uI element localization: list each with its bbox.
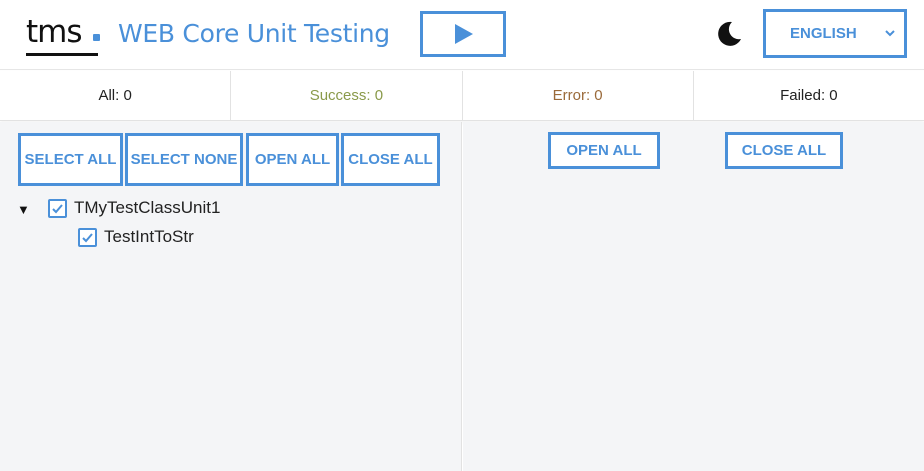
language-value: ENGLISH bbox=[790, 25, 857, 42]
tree-toggle-icon[interactable]: ▼ bbox=[17, 202, 30, 217]
checkbox-checked-icon[interactable] bbox=[78, 227, 97, 247]
close-all-button[interactable]: CLOSE ALL bbox=[341, 133, 440, 186]
stat-error: Error: 0 bbox=[463, 71, 694, 120]
app-title: WEB Core Unit Testing bbox=[118, 19, 390, 48]
results-close-all-button[interactable]: CLOSE ALL bbox=[725, 132, 843, 169]
logo-dot bbox=[93, 34, 100, 41]
logo-underline bbox=[26, 53, 98, 56]
select-none-button[interactable]: SELECT NONE bbox=[125, 133, 243, 186]
select-all-button[interactable]: SELECT ALL bbox=[18, 133, 123, 186]
tree-node-test[interactable]: TestIntToStr bbox=[78, 227, 194, 247]
stat-all: All: 0 bbox=[0, 71, 232, 120]
tree-node-label: TestIntToStr bbox=[104, 227, 194, 246]
chevron-down-icon bbox=[885, 30, 895, 37]
test-tree-pane: SELECT ALL SELECT NONE OPEN ALL CLOSE AL… bbox=[0, 122, 462, 471]
checkbox-checked-icon[interactable] bbox=[48, 198, 67, 218]
open-all-button[interactable]: OPEN ALL bbox=[246, 133, 339, 186]
language-select[interactable]: ENGLISH bbox=[763, 9, 907, 58]
run-tests-button[interactable] bbox=[420, 11, 506, 57]
tms-logo: tms bbox=[26, 14, 83, 50]
results-pane: OPEN ALL CLOSE ALL bbox=[463, 122, 924, 471]
play-icon bbox=[455, 24, 473, 44]
app-header: tms WEB Core Unit Testing ENGLISH bbox=[0, 0, 924, 70]
stat-success: Success: 0 bbox=[231, 71, 463, 120]
results-open-all-button[interactable]: OPEN ALL bbox=[548, 132, 660, 169]
results-summary-bar: All: 0 Success: 0 Error: 0 Failed: 0 bbox=[0, 71, 924, 121]
moon-icon[interactable] bbox=[714, 19, 744, 49]
tree-node-label: TMyTestClassUnit1 bbox=[74, 198, 221, 217]
stat-failed: Failed: 0 bbox=[780, 87, 838, 104]
tree-node-class[interactable]: TMyTestClassUnit1 bbox=[48, 198, 220, 218]
